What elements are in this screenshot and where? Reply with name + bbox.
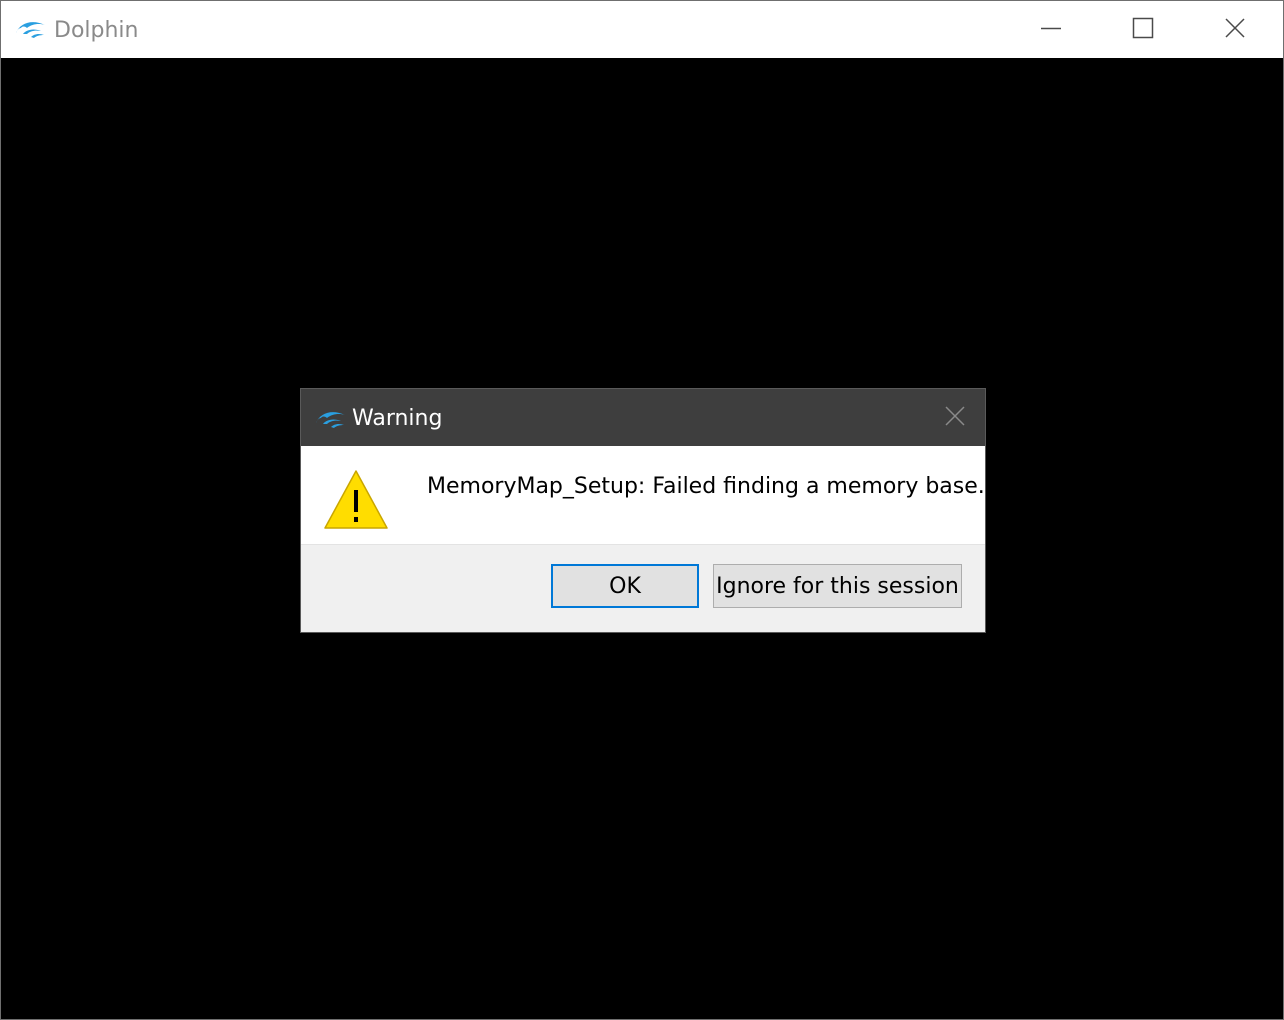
dialog-message: MemoryMap_Setup: Failed finding a memory… xyxy=(427,474,985,499)
ignore-for-session-button[interactable]: Ignore for this session xyxy=(713,564,962,608)
minimize-icon xyxy=(1040,17,1062,43)
window-titlebar[interactable]: Dolphin xyxy=(1,1,1283,58)
warning-dialog: Warning MemoryMap_Setup: Failed finding … xyxy=(300,388,986,633)
minimize-button[interactable] xyxy=(1005,1,1097,58)
close-icon xyxy=(944,405,966,431)
dialog-button-bar: OK Ignore for this session xyxy=(301,544,985,632)
dialog-title: Warning xyxy=(352,406,443,431)
dialog-body: MemoryMap_Setup: Failed finding a memory… xyxy=(301,446,985,544)
window-close-button[interactable] xyxy=(1189,1,1281,58)
close-icon xyxy=(1224,17,1246,43)
dolphin-logo-icon xyxy=(14,17,48,41)
maximize-icon xyxy=(1132,17,1154,43)
warning-icon xyxy=(323,468,389,530)
dialog-close-button[interactable] xyxy=(925,389,985,446)
maximize-button[interactable] xyxy=(1097,1,1189,58)
ok-button[interactable]: OK xyxy=(551,564,699,608)
dolphin-logo-icon xyxy=(314,407,348,431)
window-title: Dolphin xyxy=(54,18,139,43)
dialog-titlebar[interactable]: Warning xyxy=(301,389,985,446)
